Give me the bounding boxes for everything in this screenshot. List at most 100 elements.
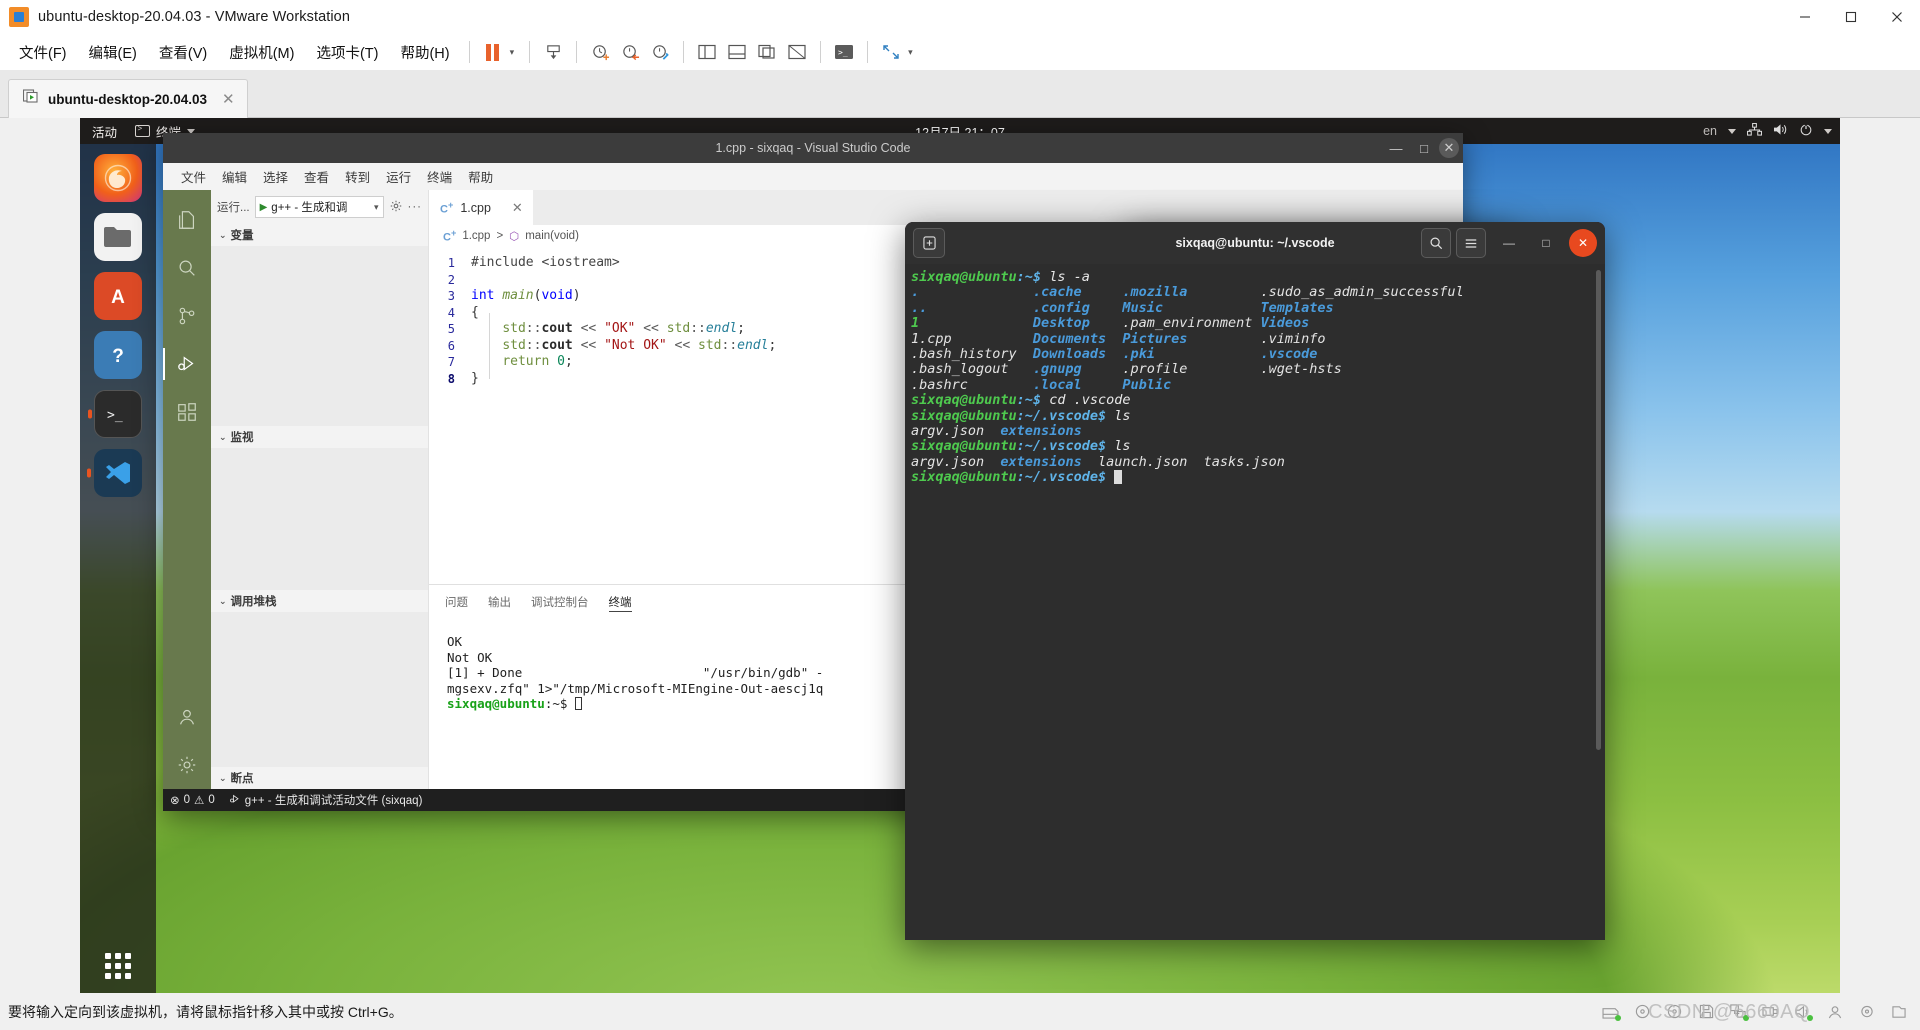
dock-item-terminal-icon[interactable]: >_ (88, 390, 142, 438)
floppy-icon[interactable] (1697, 1004, 1716, 1020)
vmware-menu-view[interactable]: 查看(V) (148, 38, 218, 67)
chevron-down-icon[interactable] (1824, 128, 1832, 134)
expand-icon[interactable] (876, 38, 906, 66)
volume-icon[interactable] (1773, 123, 1788, 139)
display-icon[interactable] (1857, 1004, 1876, 1020)
hard-disk-icon[interactable] (1601, 1004, 1621, 1021)
more-actions-icon[interactable]: ··· (408, 201, 423, 213)
chevron-down-icon[interactable]: ▾ (906, 47, 920, 58)
snapshot-revert-icon[interactable] (615, 38, 645, 66)
pause-icon[interactable] (478, 38, 508, 66)
breadcrumb-symbol[interactable]: main(void) (525, 230, 579, 242)
source-control-icon[interactable] (163, 292, 211, 340)
panel-tab-output[interactable]: 输出 (488, 585, 511, 618)
breadcrumb-file[interactable]: 1.cpp (462, 230, 490, 242)
vmware-menu-tabs[interactable]: 选项卡(T) (305, 38, 389, 67)
section-body-watch[interactable] (211, 448, 428, 590)
chevron-down-icon[interactable] (1728, 128, 1736, 134)
snapshot-icon[interactable] (538, 38, 568, 66)
vmware-minimize-button[interactable] (1782, 0, 1828, 34)
panel-tab-problems[interactable]: 问题 (445, 585, 468, 618)
run-and-debug-icon[interactable] (163, 340, 211, 388)
vscode-close-button[interactable]: ✕ (1439, 138, 1459, 158)
dock-item-vscode-icon[interactable] (87, 449, 142, 497)
line-number: 5 (447, 322, 455, 336)
dock-item-firefox-icon[interactable] (94, 154, 142, 202)
vscode-minimize-button[interactable]: — (1383, 136, 1409, 160)
split-view-icon[interactable] (692, 38, 722, 66)
terminal-window[interactable]: sixqaq@ubuntu: ~/.vscode — □ ✕ sixqaq@ub… (905, 222, 1605, 940)
vmware-menu-vm[interactable]: 虚拟机(M) (218, 38, 305, 67)
network-icon[interactable] (1747, 122, 1762, 139)
vmware-vm-tab[interactable]: ubuntu-desktop-20.04.03 ✕ (8, 79, 248, 118)
extensions-icon[interactable] (163, 388, 211, 436)
section-header-watch[interactable]: ⌄ 监视 (211, 426, 428, 448)
printer-icon[interactable] (1825, 1004, 1844, 1020)
network-adapter-icon[interactable] (1729, 1004, 1749, 1021)
sound-icon[interactable] (1793, 1004, 1813, 1021)
terminal-entry: extensions (1000, 453, 1082, 470)
panel-tab-terminal[interactable]: 终端 (608, 585, 632, 618)
vmware-menu-help[interactable]: 帮助(H) (389, 38, 460, 67)
vscode-menu-selection[interactable]: 选择 (255, 164, 296, 189)
vscode-menu-go[interactable]: 转到 (337, 164, 378, 189)
console-view-icon[interactable] (722, 38, 752, 66)
editor-tab-1cpp[interactable]: C+ 1.cpp ✕ (429, 190, 533, 225)
section-header-breakpoints[interactable]: ⌄ 断点 (211, 767, 428, 789)
gear-icon[interactable] (389, 199, 403, 216)
dock-item-files-icon[interactable] (94, 213, 142, 261)
section-header-callstack[interactable]: ⌄ 调用堆栈 (211, 590, 428, 612)
new-tab-icon[interactable] (913, 228, 945, 258)
hamburger-menu-icon[interactable] (1456, 228, 1486, 258)
vmware-menu-edit[interactable]: 编辑(E) (78, 38, 148, 67)
chevron-down-icon[interactable]: ▾ (374, 202, 379, 213)
terminal-minimize-button[interactable]: — (1495, 229, 1523, 257)
explorer-icon[interactable] (163, 196, 211, 244)
play-icon[interactable]: ▶ (260, 202, 268, 213)
vscode-menu-terminal[interactable]: 终端 (419, 164, 460, 189)
status-debug-config[interactable]: g++ - 生成和调试活动文件 (sixqaq) (222, 789, 430, 811)
vmware-menu-file[interactable]: 文件(F) (8, 38, 78, 67)
cdrom-icon[interactable] (1633, 1004, 1652, 1020)
status-problems[interactable]: ⊗ 0 ⚠ 0 (163, 789, 222, 811)
vmware-close-button[interactable] (1874, 0, 1920, 34)
debug-config-select[interactable]: ▶ g++ - 生成和调 ▾ (254, 196, 384, 218)
vscode-menu-edit[interactable]: 编辑 (214, 164, 255, 189)
accounts-icon[interactable] (163, 693, 211, 741)
keyboard-layout-indicator[interactable]: en (1703, 124, 1717, 138)
close-icon[interactable]: ✕ (216, 90, 235, 108)
terminal-close-button[interactable]: ✕ (1569, 229, 1597, 257)
unity-view-icon[interactable] (752, 38, 782, 66)
panel-tab-debug-console[interactable]: 调试控制台 (531, 585, 589, 618)
section-body-variables[interactable] (211, 246, 428, 426)
section-header-variables[interactable]: ⌄ 变量 (211, 224, 428, 246)
power-icon[interactable] (1799, 123, 1813, 139)
vmware-maximize-button[interactable] (1828, 0, 1874, 34)
fullscreen-icon[interactable] (782, 38, 812, 66)
terminal-scrollbar[interactable] (1594, 270, 1603, 934)
section-body-callstack[interactable] (211, 612, 428, 767)
terminal-maximize-button[interactable]: □ (1532, 229, 1560, 257)
vscode-menu-help[interactable]: 帮助 (460, 164, 501, 189)
vscode-menu-view[interactable]: 查看 (296, 164, 337, 189)
close-icon[interactable]: ✕ (512, 200, 523, 216)
manage-settings-icon[interactable] (163, 741, 211, 789)
send-ctrl-alt-del-icon[interactable]: >_ (829, 38, 859, 66)
terminal-content[interactable]: sixqaq@ubuntu:~$ ls -a. .cache .mozilla … (905, 264, 1605, 940)
vscode-menu-run[interactable]: 运行 (378, 164, 419, 189)
show-applications-icon[interactable] (105, 953, 131, 979)
vm-guest-screen[interactable]: 活动 终端 12月7日 21：07 en (80, 118, 1840, 993)
vscode-menu-file[interactable]: 文件 (173, 164, 214, 189)
snapshot-manage-icon[interactable] (645, 38, 675, 66)
dock-item-software-icon[interactable]: A (94, 272, 142, 320)
usb-icon[interactable] (1761, 1004, 1780, 1020)
search-icon[interactable] (1421, 228, 1451, 258)
search-icon[interactable] (163, 244, 211, 292)
dock-item-help-icon[interactable]: ? (94, 331, 142, 379)
snapshot-take-icon[interactable] (585, 38, 615, 66)
chevron-down-icon[interactable]: ▾ (508, 47, 522, 58)
running-indicator (87, 468, 91, 478)
shared-folder-icon[interactable] (1889, 1004, 1908, 1020)
cdrom2-icon[interactable] (1665, 1004, 1684, 1020)
vscode-maximize-button[interactable]: □ (1411, 136, 1437, 160)
